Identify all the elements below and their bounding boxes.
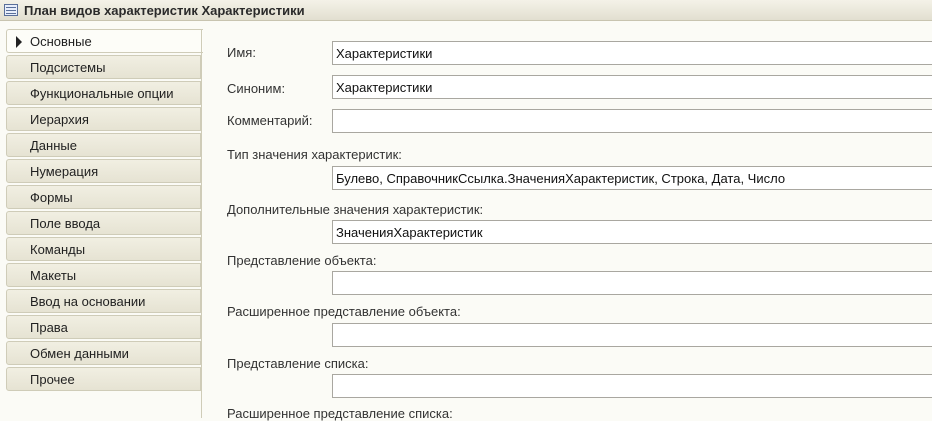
sidebar-item-label: Макеты — [30, 267, 77, 283]
triangle-right-icon — [16, 36, 22, 48]
sidebar-item-forms[interactable]: Формы — [6, 185, 201, 209]
properties-panel: Имя: Характеристики Синоним: Характерист… — [202, 29, 932, 421]
synonym-field-value: Характеристики — [336, 79, 433, 95]
synonym-label: Синоним: — [227, 81, 286, 96]
sidebar-item-label: Нумерация — [30, 163, 99, 179]
sidebar-item-label: Права — [30, 319, 68, 335]
sidebar-item-label: Обмен данными — [30, 345, 129, 361]
sidebar-item-rights[interactable]: Права — [6, 315, 201, 339]
sidebar-item-data-exchange[interactable]: Обмен данными — [6, 341, 201, 365]
sidebar-item-data[interactable]: Данные — [6, 133, 201, 157]
sidebar-item-label: Формы — [30, 189, 73, 205]
sidebar-item-label: Данные — [30, 137, 77, 153]
additional-values-field-value: ЗначенияХарактеристик — [336, 224, 483, 240]
additional-values-field[interactable]: ЗначенияХарактеристик — [332, 220, 932, 244]
sidebar-item-functional-options[interactable]: Функциональные опции — [6, 81, 201, 105]
name-label: Имя: — [227, 45, 256, 60]
sidebar-item-label: Основные — [30, 33, 92, 49]
sidebar-item-label: Прочее — [30, 371, 75, 387]
sidebar-item-input-by-basis[interactable]: Ввод на основании — [6, 289, 201, 313]
sidebar-item-templates[interactable]: Макеты — [6, 263, 201, 287]
ext-object-presentation-field[interactable] — [332, 323, 932, 347]
sidebar-item-label: Функциональные опции — [30, 85, 174, 101]
comment-field[interactable] — [332, 109, 932, 133]
value-type-field[interactable]: Булево, СправочникСсылка.ЗначенияХаракте… — [332, 166, 932, 190]
object-presentation-label: Представление объекта: — [227, 253, 377, 268]
title-bar: План видов характеристик Характеристики — [0, 0, 932, 21]
sidebar-item-label: Подсистемы — [30, 59, 106, 75]
list-presentation-label: Представление списка: — [227, 356, 369, 371]
sidebar: Основные Подсистемы Функциональные опции… — [0, 29, 203, 418]
sidebar-item-label: Иерархия — [30, 111, 89, 127]
name-field[interactable]: Характеристики — [332, 41, 932, 65]
sidebar-item-commands[interactable]: Команды — [6, 237, 201, 261]
value-type-field-value: Булево, СправочникСсылка.ЗначенияХаракте… — [336, 170, 786, 186]
sidebar-item-label: Команды — [30, 241, 86, 257]
window-title: План видов характеристик Характеристики — [24, 2, 305, 18]
sidebar-item-input-field[interactable]: Поле ввода — [6, 211, 201, 235]
sidebar-item-podsistemy[interactable]: Подсистемы — [6, 55, 201, 79]
value-type-label: Тип значения характеристик: — [227, 147, 402, 162]
name-field-value: Характеристики — [336, 45, 433, 61]
additional-values-label: Дополнительные значения характеристик: — [227, 202, 484, 217]
synonym-field[interactable]: Характеристики — [332, 75, 932, 99]
ext-list-presentation-label: Расширенное представление списка: — [227, 406, 453, 421]
sidebar-item-other[interactable]: Прочее — [6, 367, 201, 391]
sidebar-item-numbering[interactable]: Нумерация — [6, 159, 201, 183]
sidebar-item-label: Поле ввода — [30, 215, 101, 231]
comment-label: Комментарий: — [227, 113, 313, 128]
sidebar-item-label: Ввод на основании — [30, 293, 146, 309]
sidebar-item-osnovnye[interactable]: Основные — [6, 29, 203, 53]
list-icon — [4, 4, 18, 16]
sidebar-item-hierarchy[interactable]: Иерархия — [6, 107, 201, 131]
ext-object-presentation-label: Расширенное представление объекта: — [227, 304, 461, 319]
list-presentation-field[interactable] — [332, 374, 932, 398]
object-presentation-field[interactable] — [332, 271, 932, 295]
